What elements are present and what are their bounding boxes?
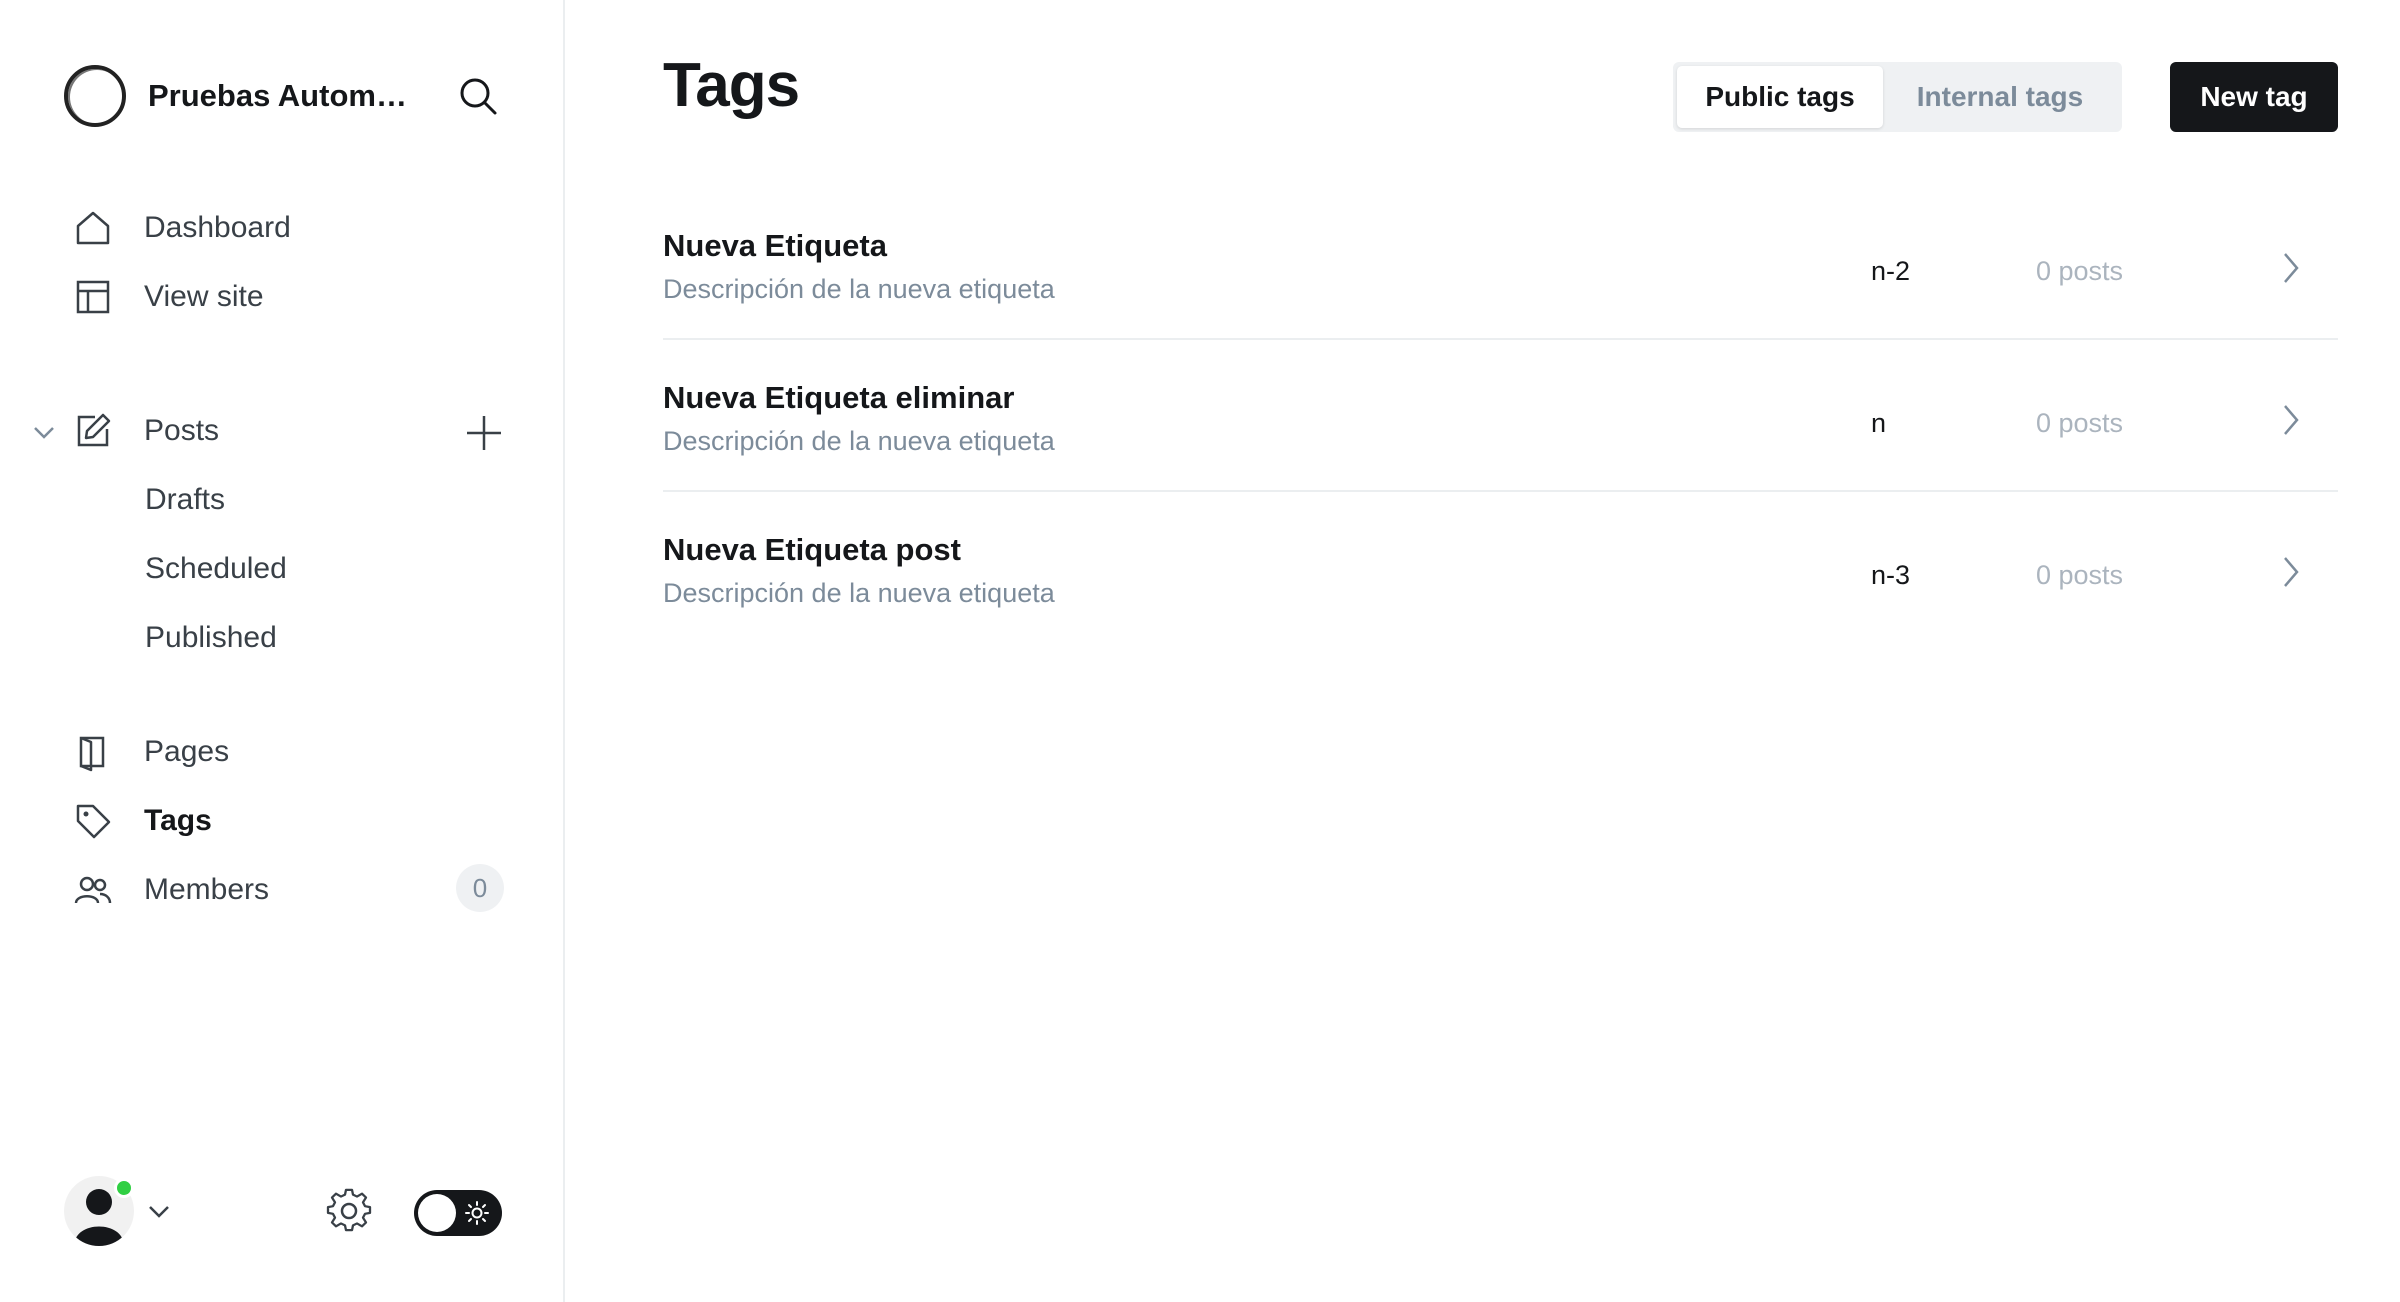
tag-type-switcher: Public tags Internal tags bbox=[1673, 62, 2122, 132]
new-post-button[interactable] bbox=[462, 411, 506, 455]
nav-posts-label: Posts bbox=[144, 414, 220, 447]
tag-list: Nueva Etiqueta Descripción de la nueva e… bbox=[663, 188, 2338, 644]
search-button[interactable] bbox=[456, 74, 500, 118]
nav-members[interactable]: Members bbox=[72, 862, 269, 918]
chevron-right-icon bbox=[2284, 557, 2299, 587]
sun-icon bbox=[465, 1201, 489, 1225]
nav-scheduled[interactable]: Scheduled bbox=[145, 544, 287, 594]
theme-toggle-knob bbox=[418, 1194, 456, 1232]
plus-icon bbox=[467, 416, 501, 450]
tag-name: Nueva Etiqueta post bbox=[663, 532, 961, 567]
home-icon bbox=[72, 207, 114, 249]
tag-description: Descripción de la nueva etiqueta bbox=[663, 274, 1055, 304]
main-content: Tags Public tags Internal tags New tag N… bbox=[567, 0, 2400, 1302]
tag-name: Nueva Etiqueta bbox=[663, 228, 887, 263]
tag-row[interactable]: Nueva Etiqueta post Descripción de la nu… bbox=[663, 492, 2338, 644]
brand-logo-icon bbox=[64, 65, 126, 127]
tag-post-count: 0 posts bbox=[2036, 560, 2124, 590]
tag-description: Descripción de la nueva etiqueta bbox=[663, 578, 1055, 608]
tag-post-count: 0 posts bbox=[2036, 256, 2124, 286]
tag-post-count: 0 posts bbox=[2036, 408, 2124, 438]
tag-slug: n-2 bbox=[1871, 256, 1911, 286]
app: Pruebas Automa... Dashboard View site Po… bbox=[0, 0, 2400, 1302]
tag-row[interactable]: Nueva Etiqueta eliminar Descripción de l… bbox=[663, 340, 2338, 492]
tag-name: Nueva Etiqueta eliminar bbox=[663, 380, 1015, 415]
online-status-dot bbox=[114, 1178, 134, 1198]
nav-view-site-label: View site bbox=[144, 280, 264, 313]
members-count-badge: 0 bbox=[456, 864, 504, 912]
site-brand[interactable]: Pruebas Automa... bbox=[64, 64, 418, 128]
sidebar: Pruebas Automa... Dashboard View site Po… bbox=[0, 0, 565, 1302]
chevron-down-icon bbox=[34, 427, 54, 439]
nav-posts[interactable]: Posts bbox=[72, 403, 219, 459]
theme-toggle[interactable] bbox=[414, 1190, 502, 1236]
site-name: Pruebas Automa... bbox=[148, 78, 418, 113]
edit-icon bbox=[72, 410, 114, 452]
chevron-right-icon bbox=[2284, 253, 2299, 283]
tag-slug: n bbox=[1871, 408, 1887, 438]
tab-public-tags[interactable]: Public tags bbox=[1677, 66, 1883, 128]
page-title: Tags bbox=[663, 51, 800, 120]
nav-pages[interactable]: Pages bbox=[72, 724, 229, 780]
tab-internal-tags[interactable]: Internal tags bbox=[1883, 66, 2117, 128]
nav-tags[interactable]: Tags bbox=[72, 793, 212, 849]
nav-published[interactable]: Published bbox=[145, 613, 277, 663]
tag-description: Descripción de la nueva etiqueta bbox=[663, 426, 1055, 456]
chevron-down-icon bbox=[149, 1206, 169, 1218]
nav-members-label: Members bbox=[144, 873, 270, 906]
layout-icon bbox=[72, 276, 114, 318]
tag-icon bbox=[72, 800, 114, 842]
chevron-right-icon bbox=[2284, 405, 2299, 435]
page-icon bbox=[72, 731, 114, 773]
nav-tags-label: Tags bbox=[144, 804, 212, 837]
members-icon bbox=[72, 869, 114, 911]
settings-button[interactable] bbox=[326, 1188, 372, 1234]
posts-collapse-toggle[interactable] bbox=[30, 418, 58, 446]
nav-pages-label: Pages bbox=[144, 735, 230, 768]
nav-drafts[interactable]: Drafts bbox=[145, 475, 225, 525]
nav-dashboard[interactable]: Dashboard bbox=[72, 200, 291, 256]
search-icon bbox=[460, 78, 497, 115]
gear-icon bbox=[326, 1188, 372, 1232]
new-tag-button[interactable]: New tag bbox=[2170, 62, 2338, 132]
nav-dashboard-label: Dashboard bbox=[144, 211, 291, 244]
tag-slug: n-3 bbox=[1871, 560, 1911, 590]
nav-view-site[interactable]: View site bbox=[72, 269, 264, 325]
tag-row[interactable]: Nueva Etiqueta Descripción de la nueva e… bbox=[663, 188, 2338, 340]
